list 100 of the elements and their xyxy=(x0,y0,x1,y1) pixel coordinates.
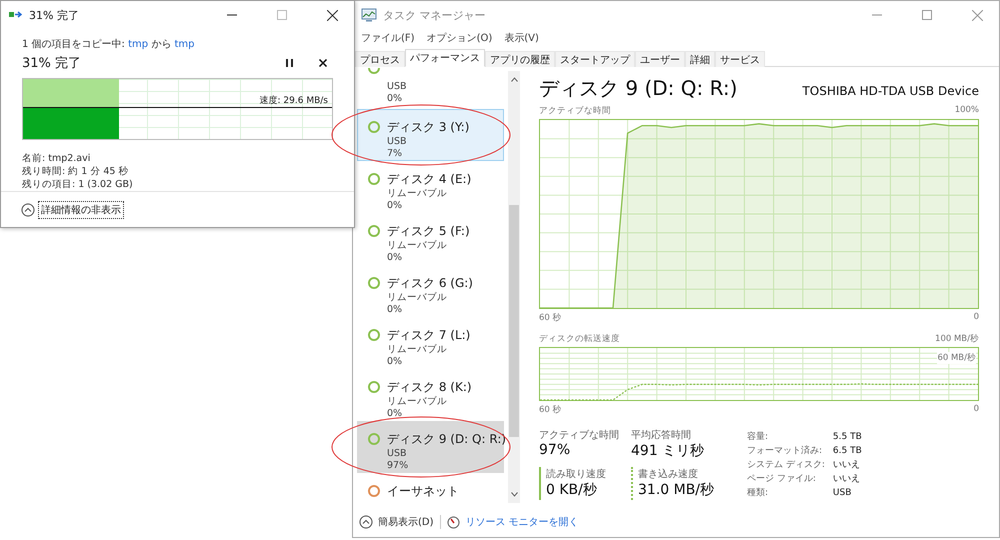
property-label: 容量: xyxy=(747,431,770,444)
compact-view-button[interactable]: 簡易表示(D) xyxy=(359,515,434,529)
tab[interactable]: アプリの履歴 xyxy=(485,51,555,67)
stat-label: 書き込み速度 xyxy=(638,468,699,481)
disk-item[interactable]: USB 0% xyxy=(357,67,504,109)
axis-label: 100 MB/秒 xyxy=(935,333,979,345)
speed-label: 速度: 29.6 MB/s xyxy=(260,94,328,107)
tab[interactable]: プロセス xyxy=(355,51,405,67)
tab[interactable]: スタートアップ xyxy=(555,51,635,67)
disk-name: ディスク 7 (L:) xyxy=(387,327,472,344)
resource-monitor-link[interactable]: リソース モニターを開く xyxy=(466,515,579,529)
monitor-icon xyxy=(361,8,377,22)
disk-name: ディスク 5 (F:) xyxy=(387,223,471,240)
property-label: フォーマット済み: xyxy=(747,445,824,458)
disk-item[interactable]: ディスク 7 (L:) リムーバブル 0% xyxy=(357,317,504,369)
disk-name: ディスク 6 (G:) xyxy=(387,275,474,292)
disk-item[interactable]: ディスク 4 (E:) リムーバブル 0% xyxy=(357,161,504,213)
stat-label: 平均応答時間 xyxy=(631,428,692,442)
disk-item[interactable]: イーサネット xyxy=(357,473,504,503)
disk-type: USB xyxy=(387,448,408,460)
property-label: ページ ファイル: xyxy=(747,473,817,486)
tab[interactable]: サービス xyxy=(715,51,765,67)
scroll-up-icon[interactable] xyxy=(510,77,518,82)
property-label: 種類: xyxy=(747,487,770,500)
minimize-icon xyxy=(227,14,237,16)
disk-item[interactable]: ディスク 5 (F:) リムーバブル 0% xyxy=(357,213,504,265)
property-value: USB xyxy=(832,487,852,500)
property-label: システム ディスク: xyxy=(747,459,825,472)
disk-item[interactable]: ディスク 3 (Y:) USB 7% xyxy=(357,109,504,161)
disk-usage: 0% xyxy=(387,408,404,420)
device-model: TOSHIBA HD-TDA USB Device xyxy=(802,84,979,98)
scrollbar[interactable] xyxy=(508,71,520,503)
axis-label: 0 xyxy=(974,312,979,324)
disk-name: ディスク 3 (Y:) xyxy=(387,119,470,136)
disk-name: ディスク 4 (E:) xyxy=(387,171,472,188)
disk-type: USB xyxy=(387,136,408,148)
stat-label: アクティブな時間 xyxy=(539,428,620,442)
stat-value: 31.0 MB/秒 xyxy=(638,481,716,499)
pause-icon xyxy=(286,59,292,67)
disk-item[interactable]: ディスク 8 (K:) リムーバブル 0% xyxy=(357,369,504,421)
stat-value: 491 ミリ秒 xyxy=(631,442,706,460)
property-value: いいえ xyxy=(832,473,861,486)
axis-label: 60 秒 xyxy=(539,404,562,416)
destination-link[interactable]: tmp xyxy=(174,39,195,50)
disk-type: リムーバブル xyxy=(387,292,448,304)
maximize-icon xyxy=(922,10,932,20)
disk-usage: 97% xyxy=(387,460,410,472)
copy-status: 1 個の項目をコピー中: tmp から tmp xyxy=(22,38,196,51)
disk-name: イーサネット xyxy=(387,483,460,500)
window-title: タスク マネージャー xyxy=(383,8,486,22)
disk-usage: 0% xyxy=(387,356,404,368)
close-icon xyxy=(326,10,338,20)
disk-name: ディスク 9 (D: Q: R:) xyxy=(387,431,503,448)
disk-type: リムーバブル xyxy=(387,188,448,200)
property-value: 6.5 TB xyxy=(832,445,862,458)
disk-usage: 0% xyxy=(387,304,404,316)
disk-type: USB xyxy=(387,81,408,93)
stat-value: 97% xyxy=(539,442,572,458)
detail-line: 名前: tmp2.avi xyxy=(22,152,92,165)
stat-value: 0 KB/秒 xyxy=(546,481,598,499)
disk-usage: 0% xyxy=(387,252,404,264)
menu-item[interactable]: 表示(V) xyxy=(504,31,539,45)
axis-label: 100% xyxy=(954,105,979,117)
detail-line: 残りの項目: 1 (3.02 GB) xyxy=(22,178,134,191)
copy-icon xyxy=(9,10,23,20)
tab[interactable]: パフォーマンス xyxy=(405,49,485,67)
source-link[interactable]: tmp xyxy=(128,39,148,50)
disk-type: リムーバブル xyxy=(387,240,448,252)
window-title: 31% 完了 xyxy=(29,8,80,22)
property-value: 5.5 TB xyxy=(832,431,862,444)
detail-line: 残り時間: 約 1 分 45 秒 xyxy=(22,165,130,178)
maximize-icon xyxy=(277,10,287,20)
close-icon xyxy=(972,10,982,20)
progress-heading: 31% 完了 xyxy=(22,55,82,72)
minimize-icon xyxy=(872,14,882,16)
disk-type: リムーバブル xyxy=(387,396,448,408)
details-toggle-button[interactable]: 詳細情報の非表示 xyxy=(38,200,124,218)
gauge-icon xyxy=(446,516,460,528)
menu-item[interactable]: ファイル(F) xyxy=(361,31,415,45)
disk-type: リムーバブル xyxy=(387,344,448,356)
menu-item[interactable]: オプション(O) xyxy=(426,31,492,45)
property-value: いいえ xyxy=(832,459,861,472)
disk-usage: 7% xyxy=(387,148,404,160)
chevron-up-icon xyxy=(359,515,373,529)
status-dot xyxy=(368,68,380,74)
disk-item[interactable]: ディスク 6 (G:) リムーバブル 0% xyxy=(357,265,504,317)
disk-usage: 0% xyxy=(387,200,404,212)
disk-item[interactable]: ディスク 9 (D: Q: R:) USB 97% xyxy=(357,421,504,473)
tab[interactable]: 詳細 xyxy=(685,51,715,67)
chevron-up-icon xyxy=(21,202,35,216)
chart-title: ディスクの転送速度 xyxy=(539,333,620,345)
disk-title: ディスク 9 (D: Q: R:) xyxy=(539,75,738,102)
chart-title: アクティブな時間 xyxy=(539,105,611,117)
stat-label: 読み取り速度 xyxy=(546,468,607,481)
axis-label: 0 xyxy=(974,404,979,416)
gridline-label: 60 MB/秒 xyxy=(937,352,976,364)
disk-usage: 0% xyxy=(387,93,404,105)
scroll-down-icon[interactable] xyxy=(510,492,518,497)
axis-label: 60 秒 xyxy=(539,312,562,324)
tab[interactable]: ユーザー xyxy=(635,51,685,67)
